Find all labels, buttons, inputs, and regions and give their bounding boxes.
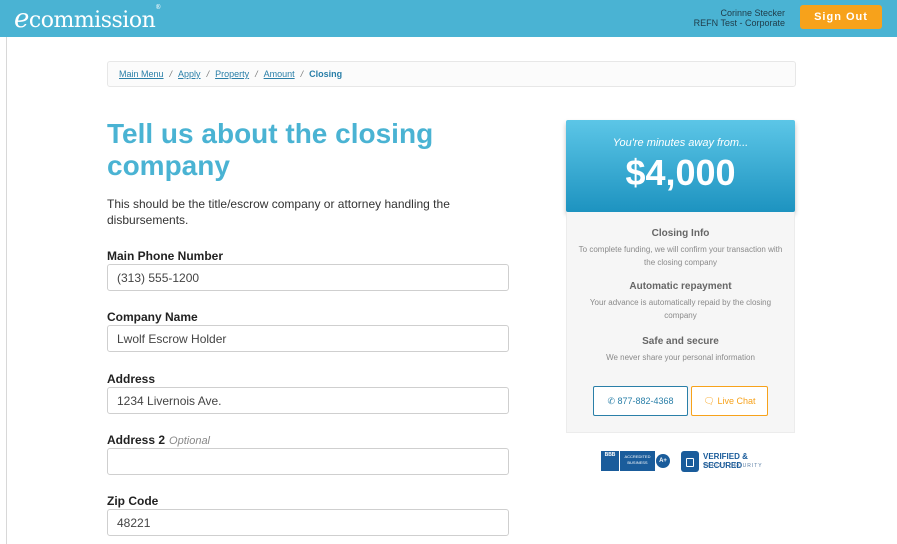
repayment-text: Your advance is automatically repaid by … [589, 298, 772, 320]
closing-info-title: Closing Info [651, 228, 710, 239]
user-name: Corinne Stecker [720, 8, 785, 18]
top-bar: ecommission® Corinne Stecker REFN Test -… [0, 0, 897, 37]
closing-info-text: To complete funding, we will confirm you… [578, 245, 783, 267]
address-input[interactable] [107, 387, 509, 414]
promo-subtitle: You're minutes away from... [612, 137, 749, 149]
verify-security-text: VERIFY SECURITY [703, 463, 763, 469]
breadcrumb-apply[interactable]: Apply [178, 69, 201, 79]
lock-shield-icon [681, 451, 699, 472]
closing-info-block: Closing Info To complete funding, we wil… [567, 228, 794, 269]
call-phone-button[interactable]: ✆ 877-882-4368 [593, 386, 688, 416]
ecommission-logo[interactable]: ecommission® [14, 4, 161, 34]
phone-icon: ✆ [607, 396, 615, 406]
live-chat-button[interactable]: 🗨 Live Chat [691, 386, 768, 416]
address2-input[interactable] [107, 448, 509, 475]
company-label: Company Name [107, 310, 198, 324]
logo-e: e [14, 4, 29, 34]
optional-hint: Optional [169, 435, 211, 447]
advance-amount: $4,000 [625, 152, 736, 193]
breadcrumb-main-menu[interactable]: Main Menu [119, 69, 164, 79]
address2-label-wrap: Address 2 Optional [107, 433, 210, 447]
address-label: Address [107, 372, 156, 386]
chat-icon: 🗨 [703, 396, 715, 406]
bbb-rating: A+ [656, 454, 670, 468]
breadcrumb-separator: / [255, 69, 258, 79]
user-info: Corinne Stecker REFN Test - Corporate [694, 8, 785, 28]
live-chat-label: Live Chat [717, 396, 756, 406]
address2-label: Address 2 [107, 433, 166, 447]
secure-block: Safe and secure We never share your pers… [567, 336, 794, 364]
breadcrumb-closing: Closing [309, 69, 343, 79]
logo-mark: ® [155, 4, 161, 11]
zip-code-input[interactable] [107, 509, 509, 536]
advance-amount-card: You're minutes away from... $4,000 [566, 120, 795, 212]
page-description: This should be the title/escrow company … [107, 197, 450, 227]
sign-out-button[interactable]: Sign Out [800, 5, 882, 29]
breadcrumb-separator: / [169, 69, 173, 79]
verified-secured-badge[interactable]: VERIFIED & SECURED VERIFY SECURITY [681, 450, 786, 474]
breadcrumb-property[interactable]: Property [215, 69, 249, 79]
left-divider [6, 37, 7, 544]
page-title: Tell us about the closing company [107, 118, 434, 181]
logo-text: commission [28, 8, 156, 33]
breadcrumb-separator: / [300, 69, 304, 79]
bbb-accredited-text: ACCREDITED BUSINESS [620, 451, 655, 471]
breadcrumb: Main Menu / Apply / Property / Amount / … [107, 61, 796, 87]
user-org: REFN Test - Corporate [693, 18, 785, 28]
breadcrumb-amount[interactable]: Amount [264, 69, 295, 79]
phone-input[interactable] [107, 264, 509, 291]
info-panel: Closing Info To complete funding, we wil… [566, 212, 795, 433]
bbb-badge[interactable]: BBB ACCREDITED BUSINESS A+ [601, 449, 671, 473]
phone-label: Main Phone Number [107, 249, 224, 263]
zip-label: Zip Code [107, 494, 159, 508]
phone-number: 877-882-4368 [617, 396, 674, 406]
breadcrumb-separator: / [206, 69, 210, 79]
secure-text: We never share your personal information [606, 353, 755, 362]
repayment-block: Automatic repayment Your advance is auto… [567, 281, 794, 322]
bbb-logo: BBB [601, 451, 619, 471]
repayment-title: Automatic repayment [629, 281, 732, 292]
company-name-input[interactable] [107, 325, 509, 352]
secure-title: Safe and secure [642, 336, 719, 347]
